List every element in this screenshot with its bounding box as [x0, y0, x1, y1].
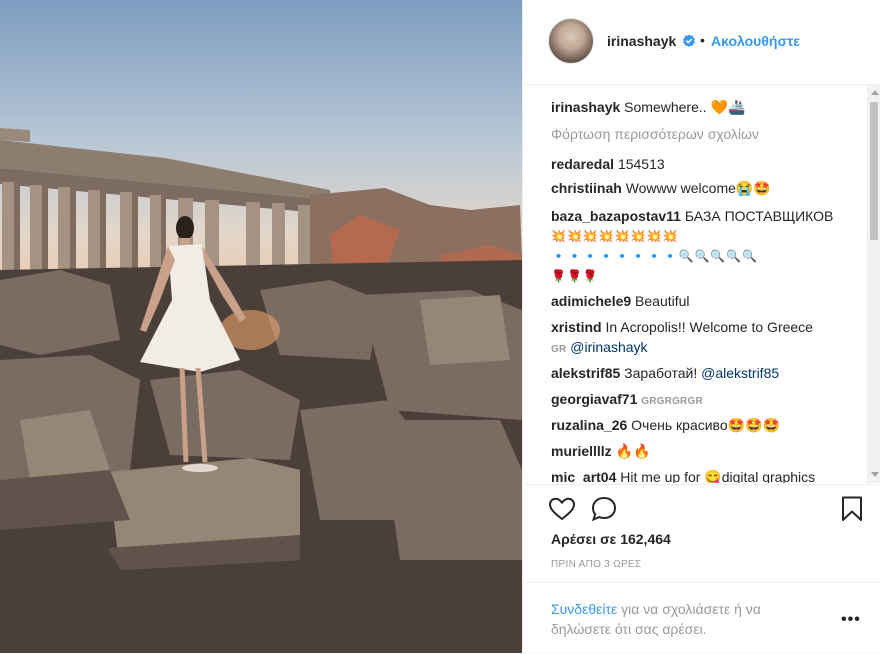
- comment-username[interactable]: mic_art04: [551, 469, 616, 483]
- post-photo[interactable]: [0, 0, 522, 653]
- scrollbar-thumb[interactable]: [870, 102, 878, 240]
- comment-emoji-line: 💥💥💥💥💥💥💥💥: [551, 229, 679, 243]
- heart-icon[interactable]: [547, 494, 577, 524]
- comment-sub-label: GR: [551, 344, 567, 355]
- scroll-down-arrow-icon[interactable]: [871, 472, 879, 477]
- login-prompt: Συνδεθείτε για να σχολιάσετε ή να δηλώσε…: [551, 599, 781, 639]
- comment-text: Wowww welcome😭🤩: [625, 180, 771, 196]
- comment-username[interactable]: xristind: [551, 319, 602, 335]
- action-bar: [523, 484, 880, 533]
- avatar[interactable]: [548, 18, 594, 64]
- comment-username[interactable]: ruzalina_26: [551, 417, 627, 433]
- temple-ruins-illustration: [0, 128, 522, 653]
- comment-emoji-line: 🔹🔹🔹🔹🔹🔹🔹🔹🔍🔍🔍🔍🔍: [551, 249, 759, 263]
- comment-item: georgiavaf71 GRGRGRGR: [551, 389, 703, 412]
- mention-link[interactable]: @irinashayk: [570, 339, 647, 355]
- comment-text: 154513: [617, 156, 665, 172]
- comment-username[interactable]: baza_bazapostav11: [551, 208, 681, 224]
- follow-button[interactable]: Ακολουθήστε: [711, 33, 800, 49]
- comment-text: GRGRGRGR: [641, 396, 703, 407]
- comment-text: In Acropolis!! Welcome to Greece: [605, 319, 813, 335]
- comment-username[interactable]: redaredal: [551, 156, 614, 172]
- comments-list[interactable]: irinashayk Somewhere.. 🧡🚢 Φόρτωση περισσ…: [523, 85, 867, 483]
- header-username[interactable]: irinashayk: [607, 33, 676, 49]
- comment-item: adimichele9 Beautiful: [551, 291, 690, 311]
- comment-username[interactable]: muriellllz: [551, 443, 612, 459]
- comment-text: Заработай!: [624, 365, 698, 381]
- caption: irinashayk Somewhere.. 🧡🚢: [551, 97, 745, 117]
- comment-item: baza_bazapostav11 БАЗА ПОСТАВЩИКОВ: [551, 206, 833, 226]
- header-separator: •: [700, 32, 705, 48]
- load-more-comments-button[interactable]: Φόρτωση περισσότερων σχολίων: [551, 126, 759, 142]
- login-footer: Συνδεθείτε για να σχολιάσετε ή να δηλώσε…: [523, 582, 880, 654]
- comment-item: ruzalina_26 Очень красиво🤩🤩🤩: [551, 415, 780, 435]
- comment-item: muriellllz 🔥🔥: [551, 441, 650, 461]
- instagram-post-modal: irinashayk • Ακολουθήστε irinashayk Some…: [0, 0, 880, 653]
- comment-username[interactable]: adimichele9: [551, 293, 631, 309]
- comment-continuation: GR @irinashayk: [551, 337, 648, 360]
- login-link[interactable]: Συνδεθείτε: [551, 601, 617, 617]
- comment-item: mic_art04 Hit me up for 😋digital graphic…: [551, 467, 815, 483]
- caption-username[interactable]: irinashayk: [551, 99, 620, 115]
- comment-text: Hit me up for 😋digital graphics: [620, 469, 816, 483]
- post-timestamp[interactable]: ΠΡΙΝ ΑΠΟ 3 ΩΡΕΣ: [551, 559, 641, 570]
- comment-text: Очень красиво🤩🤩🤩: [631, 417, 780, 433]
- likes-count[interactable]: Αρέσει σε 162,464: [551, 531, 671, 547]
- comment-emoji-line: 🌹🌹🌹: [551, 269, 599, 283]
- comment-username[interactable]: christiinah: [551, 180, 622, 196]
- verified-badge-icon: [683, 34, 695, 47]
- comment-username[interactable]: georgiavaf71: [551, 391, 637, 407]
- bookmark-icon[interactable]: [837, 494, 867, 524]
- comment-item: christiinah Wowww welcome😭🤩: [551, 178, 771, 198]
- post-header: irinashayk • Ακολουθήστε: [523, 0, 880, 85]
- comment-text: Beautiful: [635, 293, 690, 309]
- comment-item: xristind In Acropolis!! Welcome to Greec…: [551, 317, 813, 337]
- comment-text: БАЗА ПОСТАВЩИКОВ: [684, 208, 834, 224]
- mention-link[interactable]: @alekstrif85: [701, 365, 779, 381]
- more-options-button[interactable]: •••: [841, 611, 861, 629]
- post-side-panel: irinashayk • Ακολουθήστε irinashayk Some…: [522, 0, 880, 653]
- comment-item: alekstrif85 Заработай! @alekstrif85: [551, 363, 779, 383]
- comment-bubble-icon[interactable]: [589, 494, 619, 524]
- comment-text: 🔥🔥: [615, 443, 651, 459]
- caption-text: Somewhere.. 🧡🚢: [624, 99, 746, 115]
- comment-item: redaredal 154513: [551, 154, 665, 174]
- comment-username[interactable]: alekstrif85: [551, 365, 620, 381]
- scroll-up-arrow-icon[interactable]: [871, 90, 879, 95]
